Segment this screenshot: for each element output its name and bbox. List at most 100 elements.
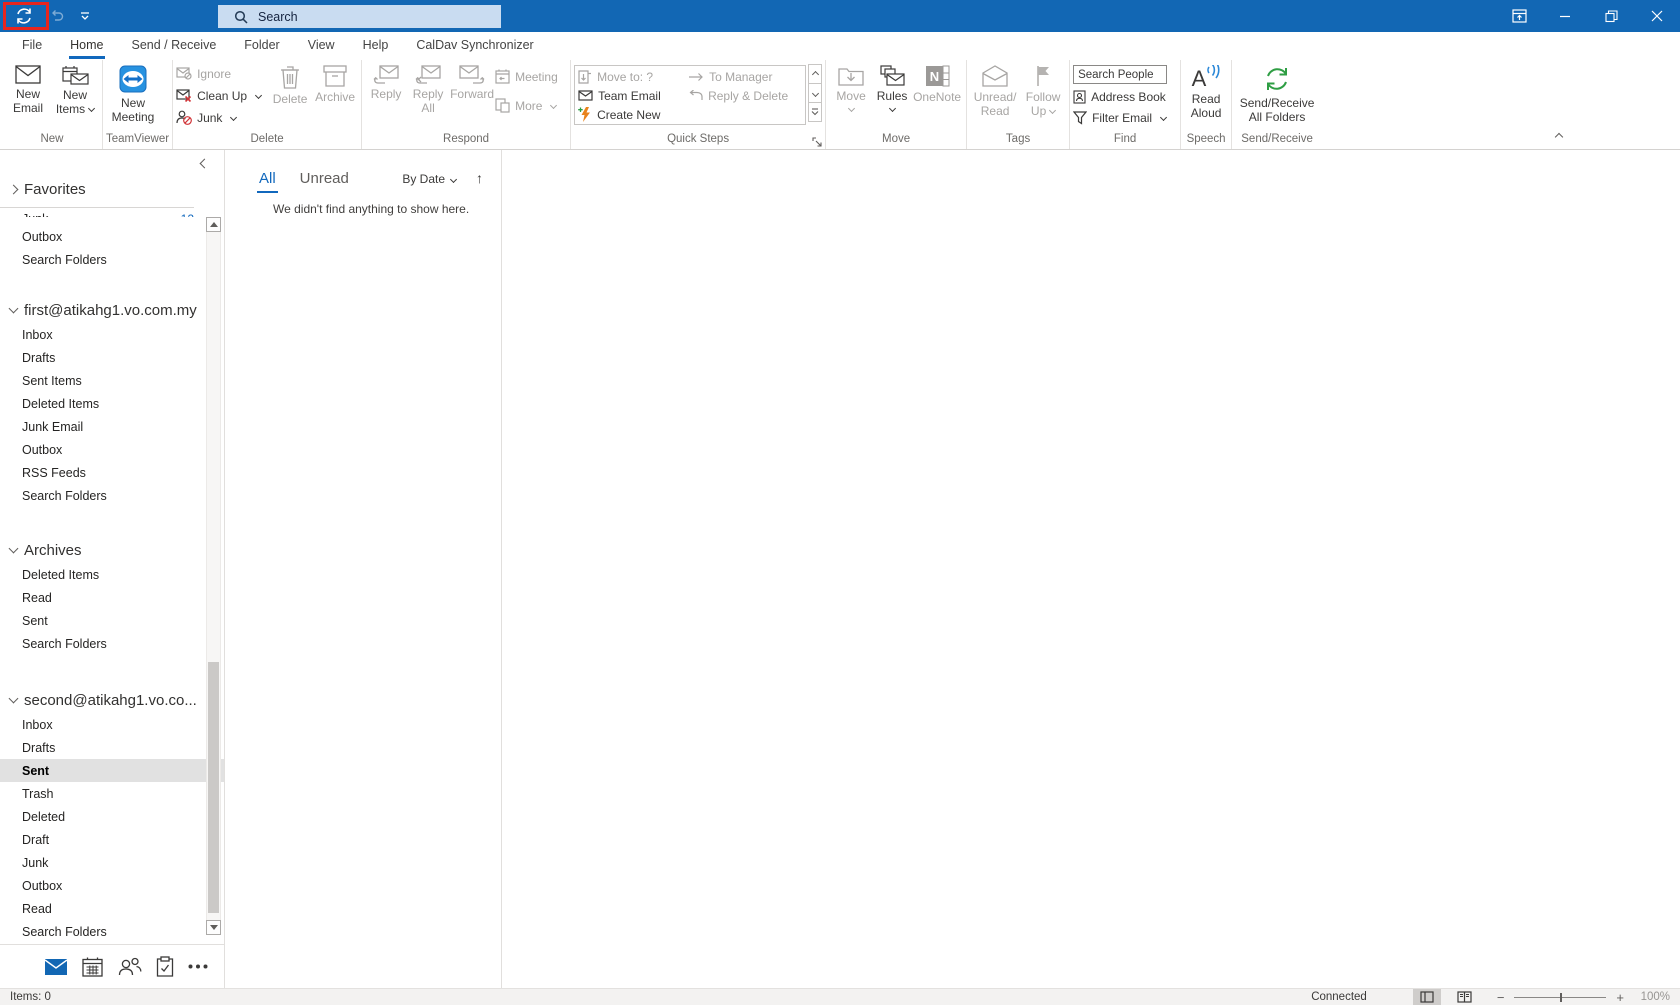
zoom-slider[interactable] (1514, 992, 1607, 1002)
tasks-nav-button[interactable] (156, 956, 174, 977)
reply-all-button[interactable]: Reply All (407, 60, 449, 115)
archive-button[interactable]: Archive (312, 60, 358, 104)
move-button[interactable]: Move (829, 60, 873, 113)
read-aloud-button[interactable]: A Read Aloud (1184, 60, 1228, 120)
undo-button[interactable] (50, 9, 64, 23)
more-nav-button[interactable] (188, 964, 208, 969)
tab-view[interactable]: View (294, 32, 349, 60)
quick-step-team-email[interactable]: Team Email (578, 89, 688, 103)
account1-header[interactable]: first@atikahg1.vo.com.my (0, 297, 224, 323)
people-nav-button[interactable] (118, 957, 142, 976)
ribbon-group-speech: A Read Aloud Speech (1181, 60, 1233, 149)
quick-steps-dialog-launcher[interactable] (812, 137, 822, 147)
search-input[interactable] (258, 9, 458, 24)
quick-step-to-manager[interactable]: To Manager (688, 70, 806, 84)
onenote-button[interactable]: N OneNote (911, 60, 963, 104)
filter-email-button[interactable]: Filter Email (1073, 109, 1177, 126)
collapse-ribbon-button[interactable] (1552, 126, 1564, 144)
ignore-button[interactable]: Ignore (176, 65, 268, 82)
scroll-up-button[interactable] (206, 217, 221, 232)
unread-read-button[interactable]: Unread/ Read (970, 60, 1020, 118)
tab-home[interactable]: Home (56, 32, 117, 60)
folder-archives-deleted-items[interactable]: Deleted Items (0, 563, 224, 586)
reading-view-button[interactable] (1451, 989, 1479, 1005)
filter-tab-all[interactable]: All (257, 170, 278, 193)
send-receive-all-folders-button[interactable]: Send/Receive All Folders (1235, 60, 1319, 124)
new-meeting-button[interactable]: New Meeting (106, 60, 160, 124)
minimize-folder-pane-button[interactable] (199, 156, 210, 170)
folder-first-junk-email[interactable]: Junk Email (0, 415, 224, 438)
zoom-out-button[interactable]: − (1497, 990, 1505, 1005)
quick-step-reply-delete[interactable]: Reply & Delete (688, 89, 806, 103)
folder-archives-sent[interactable]: Sent (0, 609, 224, 632)
folder-first-rss-feeds[interactable]: RSS Feeds (0, 461, 224, 484)
gallery-scroll-down-button[interactable] (808, 83, 823, 103)
scroll-down-button[interactable] (206, 920, 221, 935)
clean-up-button[interactable]: Clean Up (176, 87, 268, 104)
new-items-button[interactable]: New Items (51, 60, 99, 116)
quick-step-create-new[interactable]: Create New (578, 107, 688, 122)
folder-fav-clipped[interactable]: Junk 12 (0, 208, 224, 217)
scrollbar-thumb[interactable] (208, 661, 219, 913)
folder-second-draft[interactable]: Draft (0, 828, 224, 851)
calendar-nav-button[interactable] (82, 957, 103, 977)
follow-up-button[interactable]: Follow Up (1020, 60, 1066, 118)
folder-second-trash[interactable]: Trash (0, 782, 224, 805)
zoom-slider-thumb[interactable] (1560, 992, 1563, 1002)
quick-step-move-to[interactable]: Move to: ? (578, 70, 688, 84)
new-email-button[interactable]: New Email (5, 60, 51, 115)
folder-first-outbox[interactable]: Outbox (0, 438, 224, 461)
tab-help[interactable]: Help (349, 32, 403, 60)
folder-fav-search-folders[interactable]: Search Folders (0, 248, 224, 271)
minimize-button[interactable] (1542, 0, 1588, 32)
meeting-button[interactable]: Meeting (495, 68, 567, 85)
folder-archives-search-folders[interactable]: Search Folders (0, 632, 224, 655)
normal-view-button[interactable] (1412, 989, 1441, 1005)
more-respond-button[interactable]: More (495, 97, 567, 114)
send-receive-qat-button[interactable] (14, 6, 34, 26)
tab-folder[interactable]: Folder (230, 32, 293, 60)
folder-second-outbox[interactable]: Outbox (0, 874, 224, 897)
sort-by-date-button[interactable]: By Date (402, 172, 458, 186)
folder-first-deleted-items[interactable]: Deleted Items (0, 392, 224, 415)
zoom-level[interactable]: 100% (1636, 991, 1670, 1003)
sort-direction-button[interactable]: ↑ (476, 170, 483, 186)
search-people-input[interactable] (1073, 65, 1168, 84)
reply-button[interactable]: Reply (365, 60, 407, 101)
ribbon-display-options-button[interactable] (1496, 0, 1542, 32)
delete-button[interactable]: Delete (268, 60, 312, 106)
gallery-scroll-up-button[interactable] (808, 64, 823, 84)
restore-button[interactable] (1588, 0, 1634, 32)
folder-second-search-folders[interactable]: Search Folders (0, 920, 224, 943)
folder-first-search-folders[interactable]: Search Folders (0, 484, 224, 507)
folder-first-inbox[interactable]: Inbox (0, 323, 224, 346)
tab-send-receive[interactable]: Send / Receive (118, 32, 231, 60)
zoom-in-button[interactable]: + (1616, 990, 1624, 1005)
tab-file[interactable]: File (8, 32, 56, 60)
customize-qat-button[interactable] (80, 11, 90, 21)
folder-second-junk[interactable]: Junk (0, 851, 224, 874)
folder-second-drafts[interactable]: Drafts (0, 736, 224, 759)
folder-second-inbox[interactable]: Inbox (0, 713, 224, 736)
close-button[interactable] (1634, 0, 1680, 32)
folder-pane-scrollbar[interactable] (206, 217, 221, 935)
forward-button[interactable]: Forward (449, 60, 495, 101)
folder-first-drafts[interactable]: Drafts (0, 346, 224, 369)
gallery-more-button[interactable] (808, 102, 823, 122)
junk-button[interactable]: Junk (176, 109, 268, 126)
global-search-box[interactable] (218, 5, 501, 28)
mail-nav-button[interactable] (44, 958, 68, 976)
folder-second-deleted[interactable]: Deleted (0, 805, 224, 828)
folder-fav-outbox[interactable]: Outbox (0, 225, 224, 248)
address-book-button[interactable]: Address Book (1073, 88, 1177, 105)
archives-header[interactable]: Archives (0, 537, 224, 563)
folder-second-sent[interactable]: Sent (0, 759, 224, 782)
folder-second-read[interactable]: Read (0, 897, 224, 920)
folder-first-sent-items[interactable]: Sent Items (0, 369, 224, 392)
favorites-header[interactable]: Favorites (0, 176, 224, 202)
tab-caldav-synchronizer[interactable]: CalDav Synchronizer (402, 32, 547, 60)
rules-button[interactable]: Rules (873, 60, 911, 113)
filter-tab-unread[interactable]: Unread (300, 170, 349, 187)
account2-header[interactable]: second@atikahg1.vo.co... (0, 687, 224, 713)
folder-archives-read[interactable]: Read (0, 586, 224, 609)
